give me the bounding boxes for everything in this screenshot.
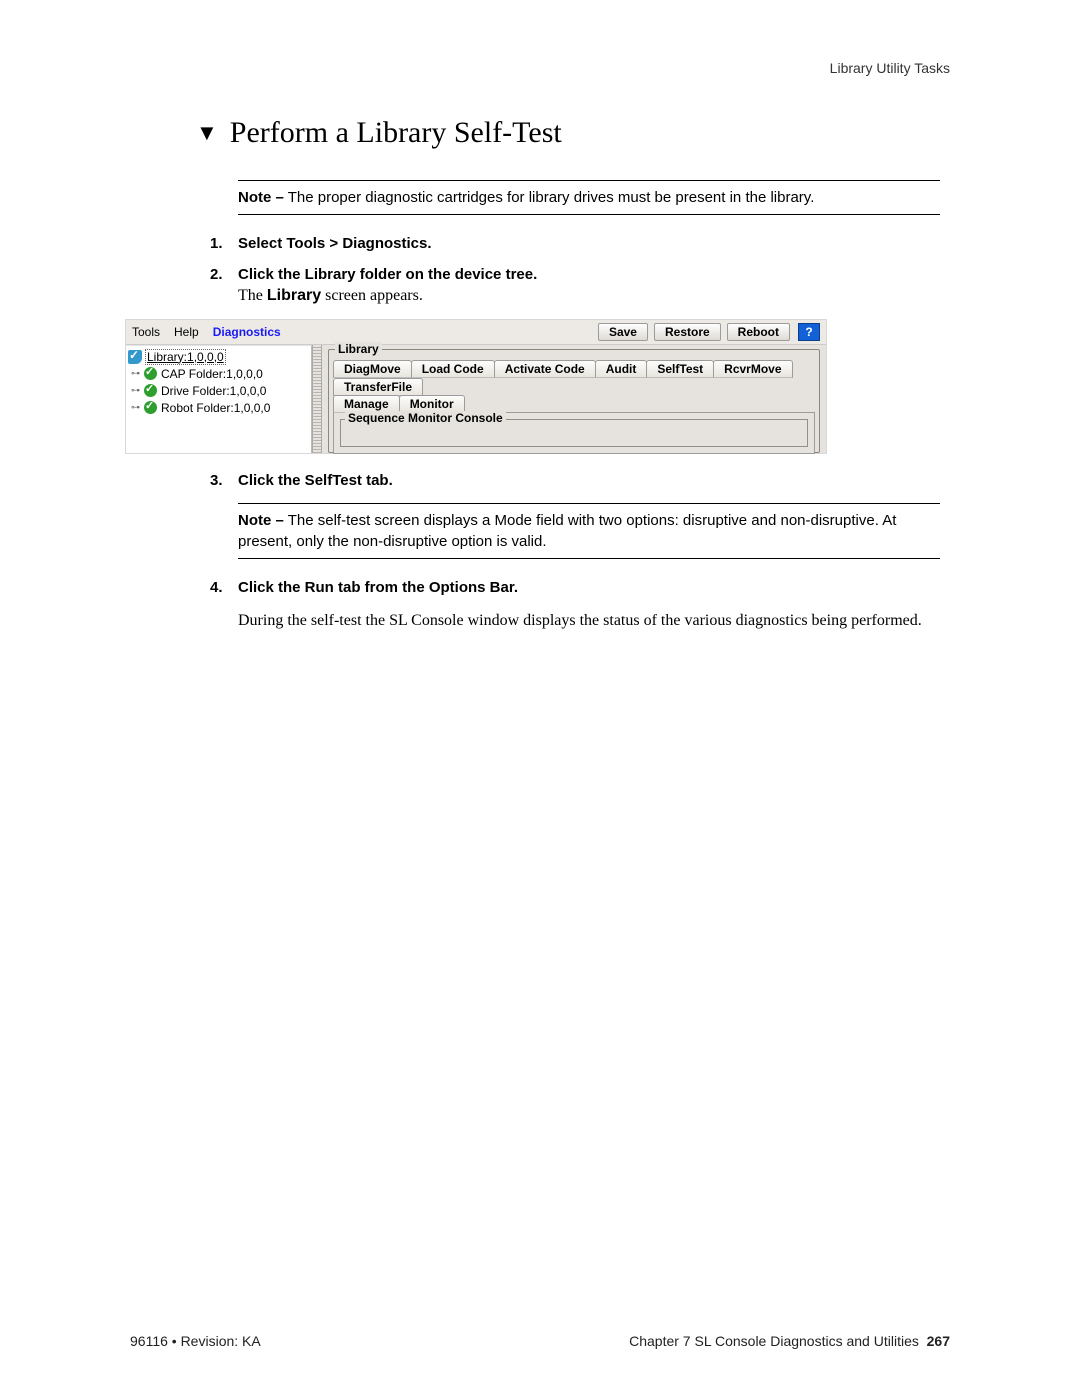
step-number: 3. xyxy=(210,472,238,489)
expand-icon[interactable]: ⊶ xyxy=(131,385,140,396)
page-title: Perform a Library Self-Test xyxy=(230,116,562,150)
note-label-2: Note – xyxy=(238,512,284,529)
footer-page-number: 267 xyxy=(927,1333,950,1349)
expand-icon[interactable]: ⊶ xyxy=(131,402,140,413)
help-icon[interactable]: ? xyxy=(798,323,820,341)
tree-robot-label: Robot Folder:1,0,0,0 xyxy=(161,401,270,415)
expand-icon[interactable]: ⊶ xyxy=(131,368,140,379)
tree-cap-label: CAP Folder:1,0,0,0 xyxy=(161,367,263,381)
tree-root-label: Library:1,0,0,0 xyxy=(145,349,226,365)
menu-tools[interactable]: Tools xyxy=(132,325,160,339)
tab-diagmove[interactable]: DiagMove xyxy=(333,360,412,378)
library-fieldset: Library DiagMove Load Code Activate Code… xyxy=(328,349,820,453)
tree-drive-label: Drive Folder:1,0,0,0 xyxy=(161,384,266,398)
check-icon xyxy=(144,367,157,380)
tab-content: Sequence Monitor Console xyxy=(333,412,815,454)
step-2-after-bold: Library xyxy=(267,287,321,304)
app-screenshot: Tools Help Diagnostics Save Restore Rebo… xyxy=(125,319,827,454)
tab-selftest[interactable]: SelfTest xyxy=(646,360,714,378)
check-icon xyxy=(144,401,157,414)
section-header: Library Utility Tasks xyxy=(200,60,950,76)
tab-audit[interactable]: Audit xyxy=(595,360,648,378)
restore-button[interactable]: Restore xyxy=(654,323,721,341)
note-label: Note – xyxy=(238,189,284,206)
step-2-after-1: The xyxy=(238,287,267,304)
step-number: 2. xyxy=(210,266,238,305)
note-block-1: Note – The proper diagnostic cartridges … xyxy=(238,180,940,215)
menubar: Tools Help Diagnostics Save Restore Rebo… xyxy=(126,320,826,345)
menu-help[interactable]: Help xyxy=(174,325,199,339)
step-4-description: During the self-test the SL Console wind… xyxy=(238,610,940,632)
note-block-2: Note – The self-test screen displays a M… xyxy=(238,503,940,559)
split-handle[interactable] xyxy=(312,345,322,453)
menu-diagnostics[interactable]: Diagnostics xyxy=(213,325,281,339)
step-number: 1. xyxy=(210,235,238,252)
step-number: 4. xyxy=(210,579,238,596)
section-arrow-icon: ▼ xyxy=(196,122,218,144)
tree-library-root[interactable]: Library:1,0,0,0 xyxy=(128,348,309,365)
step-4-text: Click the Run tab from the Options Bar. xyxy=(238,579,518,596)
save-button[interactable]: Save xyxy=(598,323,648,341)
check-icon xyxy=(144,384,157,397)
footer-chapter: Chapter 7 SL Console Diagnostics and Uti… xyxy=(629,1333,919,1349)
note-text-2: The self-test screen displays a Mode fie… xyxy=(238,512,896,550)
step-3-text: Click the SelfTest tab. xyxy=(238,472,393,489)
note-text: The proper diagnostic cartridges for lib… xyxy=(284,189,815,206)
tree-cap-folder[interactable]: ⊶ CAP Folder:1,0,0,0 xyxy=(128,365,309,382)
library-icon xyxy=(128,350,142,364)
step-1-text: Select Tools > Diagnostics. xyxy=(238,235,432,252)
tab-transferfile[interactable]: TransferFile xyxy=(333,378,423,396)
footer-left: 96116 • Revision: KA xyxy=(130,1333,261,1349)
tab-rcvrmove[interactable]: RcvrMove xyxy=(713,360,792,378)
tree-robot-folder[interactable]: ⊶ Robot Folder:1,0,0,0 xyxy=(128,399,309,416)
sequence-monitor-legend: Sequence Monitor Console xyxy=(345,411,506,425)
reboot-button[interactable]: Reboot xyxy=(727,323,790,341)
page-footer: 96116 • Revision: KA Chapter 7 SL Consol… xyxy=(130,1333,950,1349)
tree-drive-folder[interactable]: ⊶ Drive Folder:1,0,0,0 xyxy=(128,382,309,399)
tab-activatecode[interactable]: Activate Code xyxy=(494,360,596,378)
library-legend: Library xyxy=(335,342,382,356)
step-2-text: Click the Library folder on the device t… xyxy=(238,266,537,283)
tab-loadcode[interactable]: Load Code xyxy=(411,360,495,378)
device-tree[interactable]: Library:1,0,0,0 ⊶ CAP Folder:1,0,0,0 ⊶ D… xyxy=(126,345,312,453)
step-2-after-2: screen appears. xyxy=(321,287,423,304)
